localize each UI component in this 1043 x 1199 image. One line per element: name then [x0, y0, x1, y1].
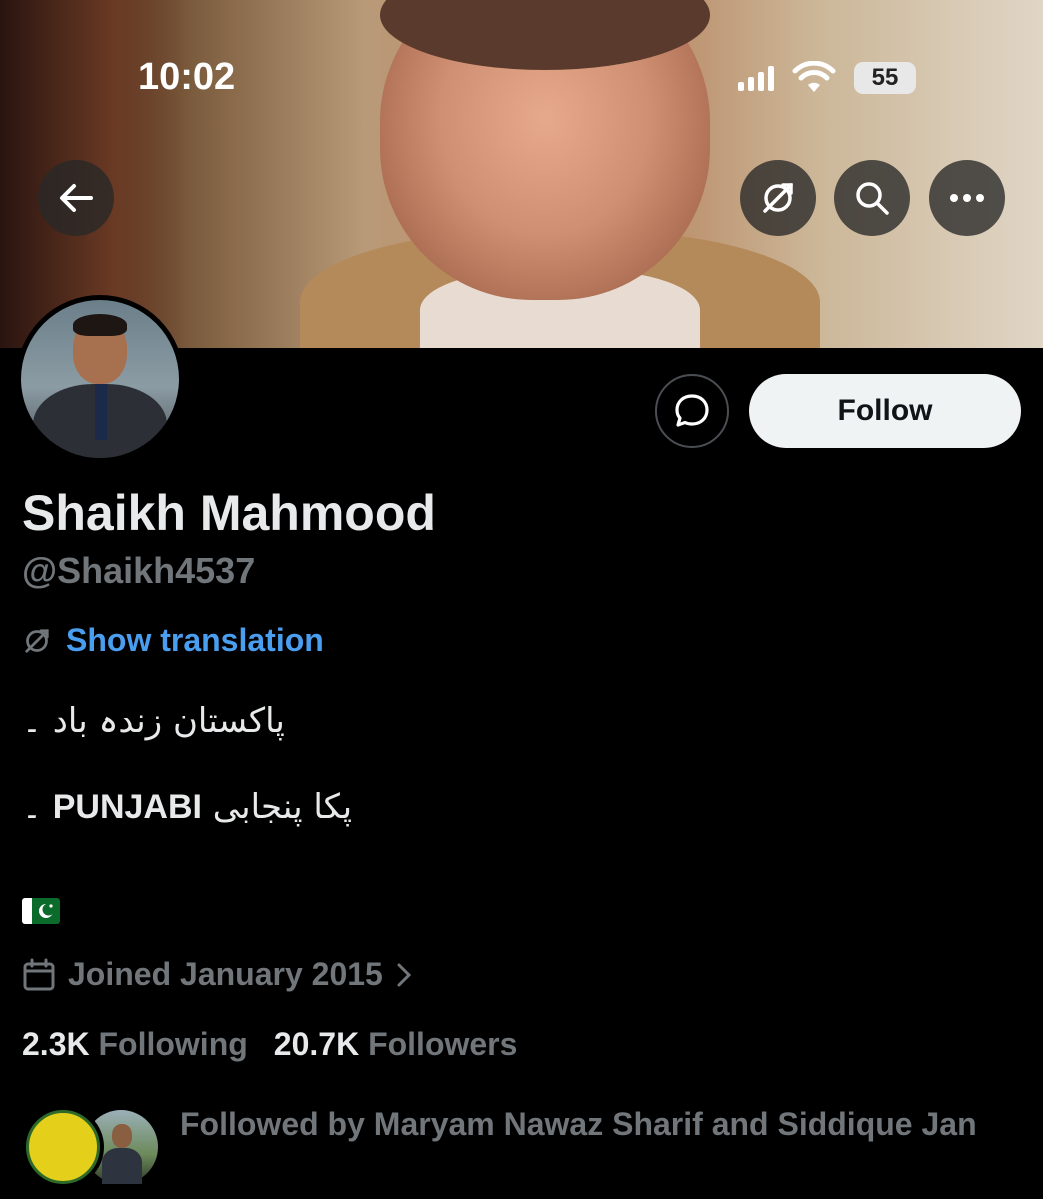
cellular-signal-icon: [738, 65, 774, 91]
translate-icon: [25, 628, 49, 653]
show-translation-link[interactable]: Show translation: [22, 622, 324, 659]
bio-line-2-latin: PUNJABI: [52, 788, 202, 826]
message-icon: [675, 394, 709, 427]
calendar-icon: [23, 958, 55, 990]
wifi-icon: [792, 61, 836, 92]
joined-date[interactable]: Joined January 2015: [22, 956, 413, 993]
followed-by-avatars: [22, 1106, 162, 1190]
search-icon: [856, 182, 889, 215]
follow-stats: 2.3K Following 20.7K Followers: [22, 1026, 517, 1063]
chevron-right-icon: [397, 963, 411, 986]
bio-line-2-suffix: ۔: [22, 787, 42, 827]
following-count: 2.3K: [22, 1026, 90, 1062]
more-button[interactable]: [929, 160, 1005, 236]
message-button[interactable]: [655, 374, 729, 448]
follow-button[interactable]: Follow: [749, 374, 1021, 448]
back-button[interactable]: [38, 160, 114, 236]
bio-line-1: پاکستان زندہ باد ۔: [22, 701, 285, 741]
following-label: Following: [98, 1026, 248, 1062]
joined-label: Joined January 2015: [68, 956, 383, 992]
status-time: 10:02: [138, 56, 236, 98]
followed-by[interactable]: Followed by Maryam Nawaz Sharif and Sidd…: [22, 1106, 1000, 1190]
pakistan-flag-icon: [22, 898, 60, 924]
followed-by-text: Followed by Maryam Nawaz Sharif and Sidd…: [180, 1106, 977, 1142]
more-horizontal-icon: [950, 194, 984, 202]
followers-link[interactable]: 20.7K Followers: [274, 1026, 518, 1063]
battery-icon: 55: [854, 62, 916, 94]
profile-avatar[interactable]: [16, 295, 184, 463]
status-icons: 55: [738, 56, 916, 100]
bio-line-2-urdu: پکا پنجابی: [212, 787, 353, 827]
search-button[interactable]: [834, 160, 910, 236]
following-link[interactable]: 2.3K Following: [22, 1026, 248, 1063]
avatar-photo: [21, 300, 179, 458]
profile-name: Shaikh Mahmood: [22, 485, 436, 541]
profile-handle: @Shaikh4537: [22, 550, 256, 591]
translate-button[interactable]: [740, 160, 816, 236]
follower-avatar: [22, 1106, 104, 1188]
followers-label: Followers: [368, 1026, 518, 1062]
bio-line-2: ۔ PUNJABI پکا پنجابی: [22, 786, 352, 827]
followers-count: 20.7K: [273, 1026, 360, 1062]
arrow-left-icon: [60, 184, 93, 212]
show-translation-label: Show translation: [66, 622, 324, 658]
translate-icon: [763, 183, 793, 213]
